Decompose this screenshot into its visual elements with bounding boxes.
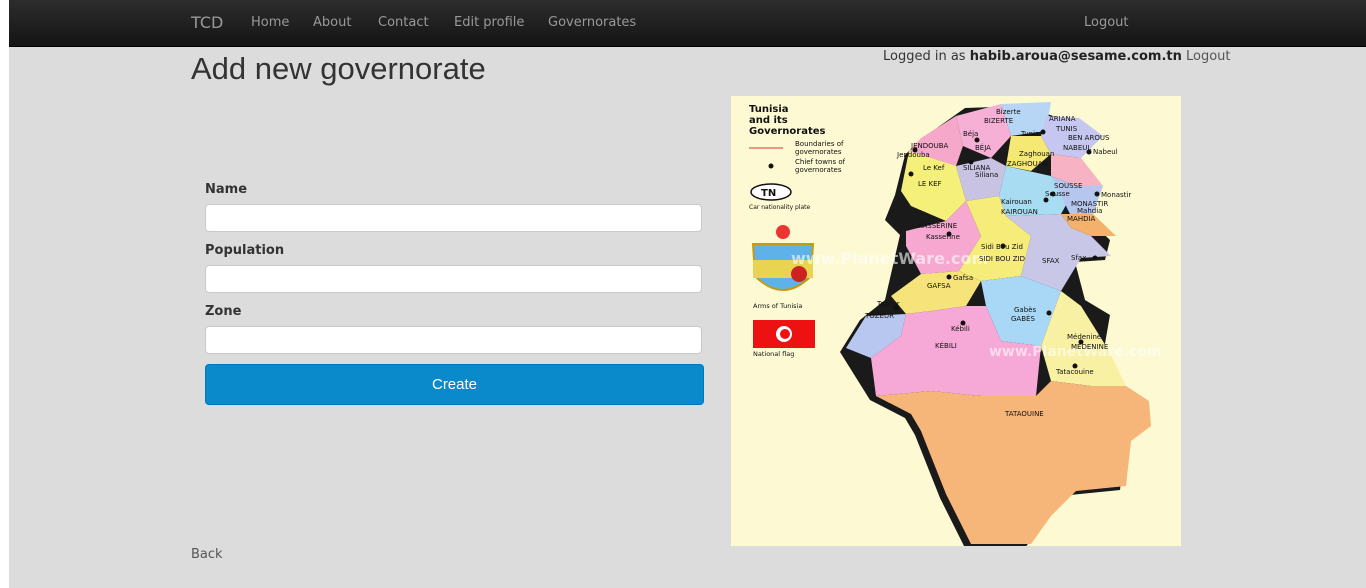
map-town-dot [968,159,974,165]
map-town-dot [1043,197,1049,203]
map-label: TOZEUR [864,312,894,320]
map-label: MAHDIA [1067,215,1096,223]
map-label: LE KEF [918,180,942,188]
nav-edit-profile[interactable]: Edit profile [454,15,524,30]
map-label: Zaghouan [1019,150,1054,158]
nav-contact[interactable]: Contact [378,15,429,30]
map-legend-boundaries-2: governorates [795,148,842,156]
tunisia-map-image: Tunisia and its Governorates Boundaries … [731,96,1181,546]
population-input[interactable] [205,265,702,293]
map-label: GAFSA [927,282,951,290]
map-arms-lion-icon [791,266,807,282]
map-town-dot [912,147,918,153]
map-label: Gafsa [953,274,973,282]
zone-input[interactable] [205,326,702,354]
map-label: BIZERTE [984,117,1013,125]
map-label: Monastir [1101,191,1131,199]
map-label: Gabès [1014,306,1036,314]
map-legend-chief-1: Chief towns of [795,158,846,166]
map-title-line-3: Governorates [749,126,826,137]
map-town-dot [1092,255,1098,261]
map-label: Bizerte [996,108,1021,116]
navbar: TCD Home About Contact Edit profile Gove… [9,0,1366,47]
login-status: Logged in as habib.aroua@sesame.com.tn L… [883,49,1231,64]
nav-home[interactable]: Home [251,15,289,30]
map-label: Kairouan [1001,198,1032,206]
map-label: Siliana [975,171,998,179]
map-label: Le Kef [923,164,945,172]
map-label: Sousse [1045,190,1070,198]
map-arms-crest-icon [776,225,790,239]
map-label: SFAX [1042,257,1060,265]
map-label: Kébili [951,325,970,333]
map-town-dot [960,320,966,326]
map-flag-crescent-icon [780,329,790,339]
create-button[interactable]: Create [205,364,704,405]
map-legend-boundaries-1: Boundaries of [795,140,844,148]
map-label: Jendouba [896,151,930,159]
map-label: SOUSSE [1054,182,1082,190]
map-label: KÉBILI [935,341,957,350]
map-town-dot [1050,191,1056,197]
map-legend-chief-2: governorates [795,166,842,174]
map-label: Tatacouine [1055,368,1094,376]
map-label: MÉDENINE [1071,342,1108,351]
map-watermark-1: www.PlanetWare.com [791,249,988,268]
map-label: TUNIS [1055,125,1078,133]
map-arms-label: Arms of Tunisia [753,302,802,310]
map-town-dot [1040,129,1046,135]
map-label: Tunis [1020,130,1039,138]
map-town-dot [1046,310,1052,316]
map-town-dot [908,171,914,177]
map-town-dot [1078,339,1084,345]
map-label: Mahdia [1077,207,1102,215]
nav-logout[interactable]: Logout [1084,15,1129,30]
map-town-dot [974,137,980,143]
population-label: Population [205,243,285,258]
map-label: GABÈS [1011,314,1035,323]
back-link[interactable]: Back [191,547,223,562]
map-label: Kasserine [926,233,960,241]
page-title: Add new governorate [191,51,486,86]
zone-label: Zone [205,304,242,319]
map-town-dot [893,305,899,311]
login-user: habib.aroua@sesame.com.tn [969,49,1182,64]
map-label: ARIANA [1049,115,1076,123]
map-label: KAIROUAN [1001,208,1038,216]
login-logout-link[interactable]: Logout [1186,49,1231,64]
map-label: Béja [963,130,978,138]
map-title-line-2: and its [749,115,788,126]
map-label: SIDI BOU ZID [979,255,1025,263]
name-label: Name [205,182,248,197]
nav-about[interactable]: About [313,15,351,30]
map-title-line-1: Tunisia [749,104,789,115]
map-region-tataouine [876,381,1151,544]
map-town-dot [946,231,952,237]
map-label: BÉJA [975,143,991,152]
map-town-dot [1000,243,1006,249]
map-label: ZAGHOUAN [1007,160,1048,168]
map-town-dot [946,274,952,280]
map-label: KASSERINE [918,222,957,230]
brand-link[interactable]: TCD [191,13,223,32]
map-label: Sfax [1071,254,1086,262]
map-town-dot [1072,363,1078,369]
map-town-dot [1094,191,1100,197]
tunisia-map-svg: Tunisia and its Governorates Boundaries … [749,102,1162,546]
map-plate-text: TN [761,188,776,199]
map-label: Médenine [1067,333,1101,341]
map-town-dot [1086,149,1092,155]
nav-governorates[interactable]: Governorates [548,15,636,30]
map-label: Nabeul [1093,148,1118,156]
map-label: TATAOUINE [1004,410,1044,418]
map-chief-town-legend-dot [768,163,774,169]
map-flag-label: National flag [753,350,794,358]
map-label: BEN AROUS [1068,134,1110,142]
name-input[interactable] [205,204,702,232]
login-prefix: Logged in as [883,49,966,64]
map-plate-label: Car nationality plate [749,204,811,211]
